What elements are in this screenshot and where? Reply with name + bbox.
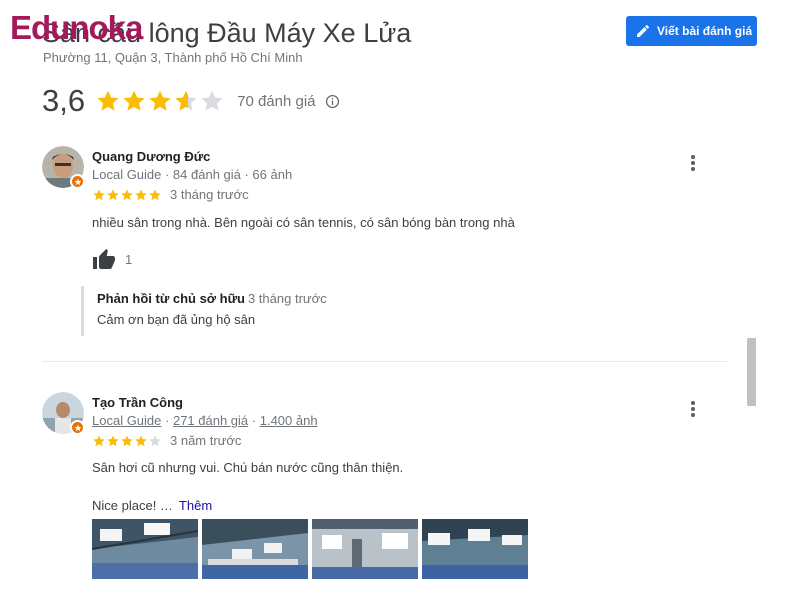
star-icon — [149, 188, 161, 200]
more-vert-icon[interactable] — [685, 399, 701, 419]
star-icon — [201, 90, 223, 111]
reviewer-review-count[interactable]: 271 đánh giá — [173, 413, 248, 428]
review-text: nhiều sân trong nhà. Bên ngoài có sân te… — [92, 215, 515, 230]
review-stars: 3 tháng trước — [92, 187, 249, 202]
review-photos — [92, 519, 532, 579]
owner-reply-text: Cảm ơn bạn đã ủng hộ sân — [97, 312, 256, 327]
owner-reply-title: Phản hồi từ chủ sở hữu — [97, 291, 245, 306]
star-icon — [121, 434, 133, 446]
reviewer-avatar[interactable] — [42, 392, 85, 435]
local-guide-badge-icon — [70, 420, 85, 435]
star-icon — [175, 90, 197, 111]
review-time: 3 tháng trước — [170, 187, 249, 202]
reviewer-name[interactable]: Quang Dương Đức — [92, 149, 210, 164]
review-time: 3 năm trước — [170, 433, 242, 448]
place-address: Phường 11, Quận 3, Thành phố Hồ Chí Minh — [43, 50, 303, 65]
star-icon — [149, 90, 171, 111]
review-star-icons — [92, 434, 162, 448]
star-icon — [107, 188, 119, 200]
review-photo[interactable] — [422, 519, 528, 579]
review-text-more: Nice place! … Thêm — [92, 498, 212, 513]
pencil-icon — [637, 24, 650, 37]
review-photo[interactable] — [202, 519, 308, 579]
star-icon — [135, 434, 147, 446]
thumbs-up-icon — [93, 249, 115, 269]
review-count-link[interactable]: 70 đánh giá — [237, 93, 315, 110]
reviewer-meta[interactable]: Local Guide · 84 đánh giá · 66 ảnh — [92, 167, 292, 182]
more-link[interactable]: Thêm — [179, 498, 212, 513]
reviewer-avatar[interactable] — [42, 146, 85, 189]
owner-reply-time: 3 tháng trước — [247, 291, 327, 306]
review-photo[interactable] — [92, 519, 198, 579]
meta-separator: · — [165, 413, 173, 428]
local-guide-badge-icon — [70, 174, 85, 189]
rating-stars — [95, 88, 225, 114]
write-review-label: Viết bài đánh giá — [657, 24, 753, 38]
meta-separator: · — [251, 413, 260, 428]
write-review-button[interactable]: Viết bài đánh giá — [626, 16, 757, 46]
like-count: 1 — [125, 251, 133, 267]
scrollbar-thumb[interactable] — [747, 338, 756, 406]
review-stars: 3 năm trước — [92, 433, 241, 448]
local-guide-link[interactable]: Local Guide — [92, 413, 161, 428]
like-button[interactable]: 1 — [92, 248, 132, 270]
star-icon — [123, 90, 145, 111]
info-icon[interactable] — [325, 94, 340, 109]
review-divider — [42, 361, 727, 362]
star-icon — [107, 434, 119, 446]
review-text-second-line: Nice place! … — [92, 498, 173, 513]
more-vert-icon[interactable] — [685, 153, 701, 173]
star-icon — [97, 90, 119, 111]
watermark-logo: Edunoka — [10, 9, 143, 46]
review-photo[interactable] — [312, 519, 418, 579]
reviewer-photo-count[interactable]: 1.400 ảnh — [260, 413, 318, 428]
star-icon — [121, 188, 133, 200]
review-text: Sân hơi cũ nhưng vui. Chú bán nước cũng … — [92, 460, 404, 475]
star-icon — [135, 188, 147, 200]
star-icon — [93, 188, 105, 200]
review-star-icons — [92, 188, 162, 202]
star-icon — [149, 434, 161, 446]
owner-reply: Phản hồi từ chủ sở hữu 3 tháng trước Cảm … — [81, 286, 327, 336]
reviewer-name[interactable]: Tạo Trần Công — [92, 395, 183, 410]
rating-summary: 3,6 70 đánh giá — [42, 82, 340, 120]
reviewer-meta[interactable]: Local Guide · 271 đánh giá · 1.400 ảnh — [92, 413, 318, 428]
star-icon — [93, 434, 105, 446]
rating-value: 3,6 — [42, 83, 86, 118]
